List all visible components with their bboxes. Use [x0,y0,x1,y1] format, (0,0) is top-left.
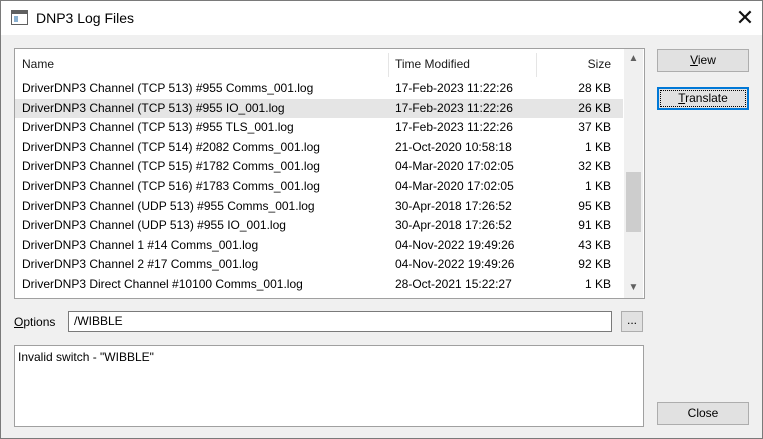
table-row[interactable]: DriverDNP3 Channel 2 #17 Comms_001.log 04… [15,255,623,275]
dialog-window: DNP3 Log Files ✕ Name Time Modified Size… [0,0,763,439]
file-name-cell: DriverDNP3 Direct Channel #10100 Comms_0… [22,276,303,291]
file-name-cell: DriverDNP3 Channel (UDP 513) #955 IO_001… [22,218,286,233]
column-header-size[interactable]: Size [588,49,611,79]
file-name-cell: DriverDNP3 Channel 2 #17 Comms_001.log [22,257,259,272]
output-text-area: Invalid switch - "WIBBLE" [14,345,644,427]
list-rows: DriverDNP3 Channel (TCP 513) #955 Comms_… [15,79,623,295]
translate-button-focus: Translate [660,90,746,107]
time-modified-cell: 30-Apr-2018 17:26:52 [395,218,512,233]
file-name-cell: DriverDNP3 Channel (TCP 513) #955 IO_001… [22,100,285,115]
time-modified-cell: 21-Oct-2020 10:58:18 [395,139,512,154]
file-size-cell: 1 KB [584,139,611,154]
column-divider[interactable] [536,53,537,77]
list-header: Name Time Modified Size [15,49,623,79]
file-size-cell: 92 KB [578,257,611,272]
file-name-cell: DriverDNP3 Channel (TCP 514) #2082 Comms… [22,139,320,154]
scroll-down-arrow-icon[interactable]: ▼ [624,278,643,298]
column-header-time-modified[interactable]: Time Modified [395,49,470,79]
file-name-cell: DriverDNP3 Channel (TCP 513) #955 Comms_… [22,81,314,95]
file-size-cell: 1 KB [584,276,611,291]
table-row[interactable]: DriverDNP3 Channel (TCP 515) #1782 Comms… [15,157,623,177]
time-modified-cell: 28-Oct-2021 15:22:27 [395,276,512,291]
title-bar: DNP3 Log Files ✕ [1,1,762,35]
file-name-cell: DriverDNP3 Channel (TCP 516) #1783 Comms… [22,178,320,193]
table-row[interactable]: DriverDNP3 Channel (TCP 513) #955 Comms_… [15,79,623,99]
file-size-cell: 28 KB [578,81,611,95]
file-size-cell: 26 KB [578,100,611,115]
time-modified-cell: 30-Apr-2018 17:26:52 [395,198,512,213]
vertical-scrollbar[interactable]: ▲ ▼ [624,49,643,298]
time-modified-cell: 17-Feb-2023 11:22:26 [395,81,513,95]
options-input[interactable]: /WIBBLE [68,311,612,332]
file-size-cell: 37 KB [578,120,611,135]
table-row[interactable]: DriverDNP3 Channel (TCP 514) #2082 Comms… [15,138,623,158]
file-name-cell: DriverDNP3 Channel (UDP 513) #955 Comms_… [22,198,315,213]
time-modified-cell: 04-Mar-2020 17:02:05 [395,178,514,193]
close-icon[interactable]: ✕ [729,3,761,33]
scroll-up-arrow-icon[interactable]: ▲ [624,49,643,69]
time-modified-cell: 17-Feb-2023 11:22:26 [395,100,513,115]
view-button-label: iew [697,53,716,67]
column-divider[interactable] [388,53,389,77]
translate-button[interactable]: Translate [657,87,749,110]
options-label-accelerator: O [14,315,24,329]
window-title: DNP3 Log Files [36,10,135,26]
translate-button-label: ranslate [685,91,728,105]
time-modified-cell: 04-Nov-2022 19:49:26 [395,257,515,272]
table-row[interactable]: DriverDNP3 Channel (TCP 516) #1783 Comms… [15,177,623,197]
file-size-cell: 43 KB [578,237,611,252]
options-browse-button[interactable]: ... [621,311,643,332]
options-label: Options [14,315,55,329]
view-button-accelerator: V [690,53,698,67]
app-window-icon [11,10,28,25]
options-label-rest: ptions [23,315,56,329]
file-size-cell: 1 KB [584,178,611,193]
table-row[interactable]: DriverDNP3 Channel 1 #14 Comms_001.log 04… [15,236,623,256]
log-file-list[interactable]: Name Time Modified Size DriverDNP3 Chann… [14,48,645,299]
time-modified-cell: 17-Feb-2023 11:22:26 [395,120,513,135]
scrollbar-thumb[interactable] [626,172,641,232]
file-name-cell: DriverDNP3 Channel 1 #14 Comms_001.log [22,237,259,252]
file-size-cell: 91 KB [578,218,611,233]
file-name-cell: DriverDNP3 Channel (TCP 515) #1782 Comms… [22,159,320,174]
table-row[interactable]: DriverDNP3 Channel (TCP 513) #955 TLS_00… [15,118,623,138]
close-button[interactable]: Close [657,402,749,425]
column-header-name[interactable]: Name [22,49,54,79]
table-row[interactable]: DriverDNP3 Channel (TCP 513) #955 IO_001… [15,98,623,119]
file-size-cell: 95 KB [578,198,611,213]
table-row[interactable]: DriverDNP3 Channel (UDP 513) #955 Comms_… [15,197,623,217]
time-modified-cell: 04-Mar-2020 17:02:05 [395,159,514,174]
view-button[interactable]: View [657,49,749,72]
time-modified-cell: 04-Nov-2022 19:49:26 [395,237,515,252]
table-row[interactable]: DriverDNP3 Channel (UDP 513) #955 IO_001… [15,216,623,236]
table-row[interactable]: DriverDNP3 Direct Channel #10100 Comms_0… [15,275,623,295]
file-name-cell: DriverDNP3 Channel (TCP 513) #955 TLS_00… [22,120,294,135]
file-size-cell: 32 KB [578,159,611,174]
